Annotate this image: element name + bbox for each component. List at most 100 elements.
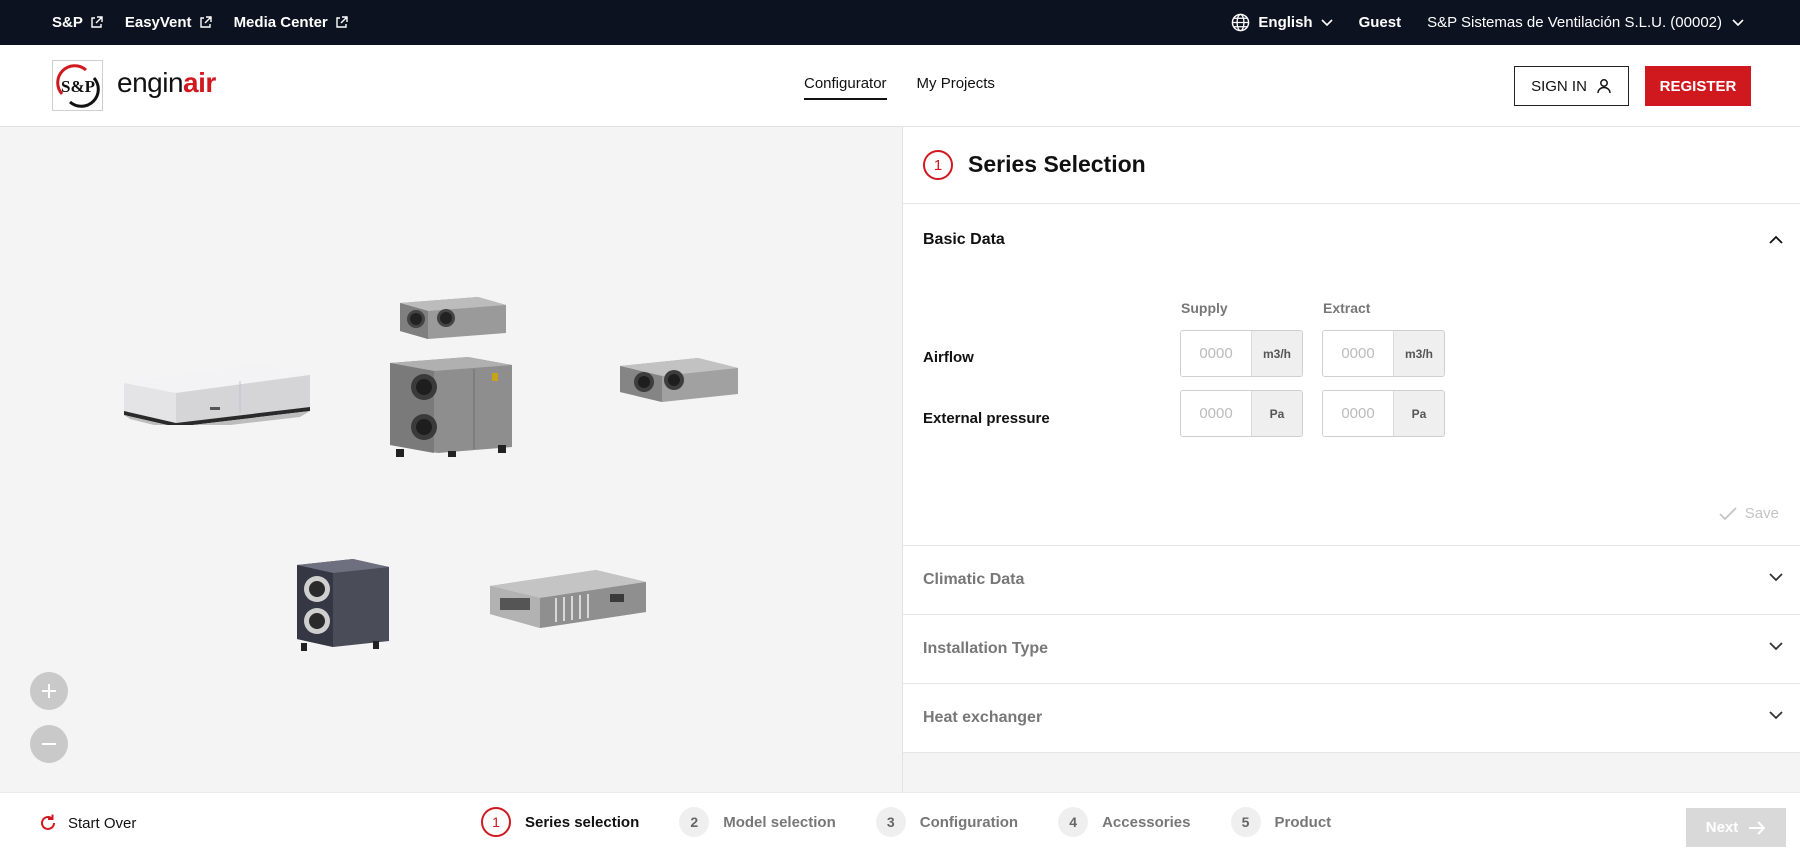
sign-in-button[interactable]: SIGN IN — [1514, 66, 1629, 106]
save-label: Save — [1744, 505, 1779, 522]
airflow-supply-unit: m3/h — [1251, 331, 1302, 376]
section-header: 1 Series Selection — [903, 127, 1800, 204]
chevron-down-icon — [1769, 642, 1783, 651]
airflow-extract-field: m3/h — [1322, 330, 1445, 377]
language-selector[interactable]: English — [1231, 13, 1333, 32]
step-number: 5 — [1230, 807, 1261, 837]
basic-data-section: Basic Data Supply Extract Airflow m3/h m… — [903, 204, 1800, 546]
product-dark-vertical-unit[interactable] — [293, 557, 393, 653]
section-title: Series Selection — [968, 151, 1146, 177]
zoom-in-button[interactable] — [30, 672, 68, 710]
main-nav: Configurator My Projects — [804, 75, 995, 100]
tab-configurator[interactable]: Configurator — [804, 75, 887, 100]
company-selector[interactable]: S&P Sistemas de Ventilación S.L.U. (0000… — [1427, 14, 1744, 31]
bottom-bar: Start Over 1 Series selection 2 Model se… — [0, 792, 1800, 857]
register-button[interactable]: REGISTER — [1645, 66, 1751, 106]
product-compact-duct-unit[interactable] — [398, 291, 508, 339]
chevron-up-icon[interactable] — [1769, 235, 1783, 244]
minus-icon — [42, 743, 56, 745]
link-sp[interactable]: S&P — [52, 14, 103, 31]
start-over-label: Start Over — [68, 814, 137, 832]
external-link-icon — [91, 16, 103, 28]
step-series-selection[interactable]: 1 Series selection — [481, 807, 639, 837]
save-button[interactable]: Save — [1719, 505, 1779, 522]
step-model-selection[interactable]: 2 Model selection — [679, 807, 836, 837]
step-label: Configuration — [919, 813, 1019, 831]
sign-in-label: SIGN IN — [1531, 77, 1587, 95]
main-header: S&P enginair Configurator My Projects SI… — [0, 45, 1800, 127]
brand-part-1: engin — [117, 67, 184, 98]
step-label: Series selection — [525, 813, 640, 831]
brand-part-2: air — [183, 67, 216, 98]
company-label: S&P Sistemas de Ventilación S.L.U. (0000… — [1427, 14, 1722, 31]
external-link-icon — [336, 16, 348, 28]
user-label: Guest — [1358, 14, 1402, 31]
step-accessories[interactable]: 4 Accessories — [1058, 807, 1191, 837]
chevron-down-icon — [1769, 711, 1783, 720]
climatic-data-section[interactable]: Climatic Data — [903, 546, 1800, 615]
refresh-icon — [41, 814, 55, 830]
sp-logo[interactable]: S&P — [52, 60, 103, 111]
chevron-down-icon — [1732, 18, 1744, 26]
step-number: 3 — [875, 807, 906, 837]
plus-icon — [42, 684, 56, 698]
product-ceiling-unit[interactable] — [120, 345, 315, 425]
link-sp-label: S&P — [52, 14, 83, 31]
pressure-supply-field: Pa — [1180, 390, 1303, 437]
language-label: English — [1258, 14, 1313, 31]
step-product[interactable]: 5 Product — [1230, 807, 1332, 837]
installation-type-section[interactable]: Installation Type — [903, 615, 1800, 684]
external-link-icon — [199, 16, 212, 28]
airflow-supply-field: m3/h — [1180, 330, 1303, 377]
user-icon — [1597, 79, 1611, 94]
section-step-number: 1 — [923, 150, 953, 180]
airflow-extract-input[interactable] — [1323, 331, 1393, 376]
logo-text: S&P — [61, 77, 95, 96]
external-links: S&P EasyVent Media Center — [52, 0, 348, 45]
basic-data-title[interactable]: Basic Data — [923, 231, 1005, 249]
step-label: Model selection — [723, 813, 836, 831]
pressure-extract-unit: Pa — [1393, 391, 1444, 436]
installation-type-title: Installation Type — [923, 640, 1049, 657]
globe-icon — [1232, 13, 1250, 32]
pressure-extract-field: Pa — [1322, 390, 1445, 437]
step-number: 2 — [679, 807, 710, 837]
progress-steps: 1 Series selection 2 Model selection 3 C… — [481, 807, 1331, 837]
extract-column-label: Extract — [1323, 300, 1371, 316]
step-label: Product — [1274, 813, 1332, 831]
arrow-right-icon — [1749, 820, 1766, 835]
supply-column-label: Supply — [1181, 300, 1228, 316]
airflow-label: Airflow — [923, 349, 974, 366]
pressure-extract-input[interactable] — [1323, 391, 1393, 436]
chevron-down-icon — [1769, 573, 1783, 582]
check-icon — [1719, 506, 1737, 520]
step-number: 4 — [1058, 807, 1089, 837]
climatic-data-title: Climatic Data — [923, 571, 1025, 588]
chevron-down-icon — [1321, 18, 1333, 26]
airflow-supply-input[interactable] — [1181, 331, 1251, 376]
product-vertical-ahu[interactable] — [388, 353, 514, 457]
heat-exchanger-title: Heat exchanger — [923, 709, 1043, 726]
product-flat-duct-unit[interactable] — [618, 350, 740, 402]
step-configuration[interactable]: 3 Configuration — [875, 807, 1019, 837]
product-viewer — [0, 127, 902, 792]
pressure-supply-input[interactable] — [1181, 391, 1251, 436]
tab-my-projects[interactable]: My Projects — [917, 75, 995, 100]
next-button[interactable]: Next — [1686, 808, 1786, 847]
heat-exchanger-section[interactable]: Heat exchanger — [903, 684, 1800, 753]
product-slim-duct-unit[interactable] — [486, 564, 650, 630]
brand-name: enginair — [117, 67, 216, 99]
config-panel: 1 Series Selection Basic Data Supply Ext… — [902, 127, 1800, 792]
airflow-extract-unit: m3/h — [1393, 331, 1444, 376]
zoom-out-button[interactable] — [30, 725, 68, 763]
next-label: Next — [1705, 819, 1739, 836]
top-bar-right: English Guest S&P Sistemas de Ventilació… — [1231, 0, 1744, 45]
start-over-button[interactable]: Start Over — [38, 813, 136, 833]
pressure-supply-unit: Pa — [1251, 391, 1302, 436]
step-label: Accessories — [1102, 813, 1191, 831]
external-pressure-label: External pressure — [923, 410, 1050, 427]
link-media-center-label: Media Center — [233, 14, 328, 31]
link-media-center[interactable]: Media Center — [234, 14, 348, 31]
sp-logo-mark: S&P — [55, 63, 100, 108]
link-easyvent[interactable]: EasyVent — [125, 14, 212, 31]
